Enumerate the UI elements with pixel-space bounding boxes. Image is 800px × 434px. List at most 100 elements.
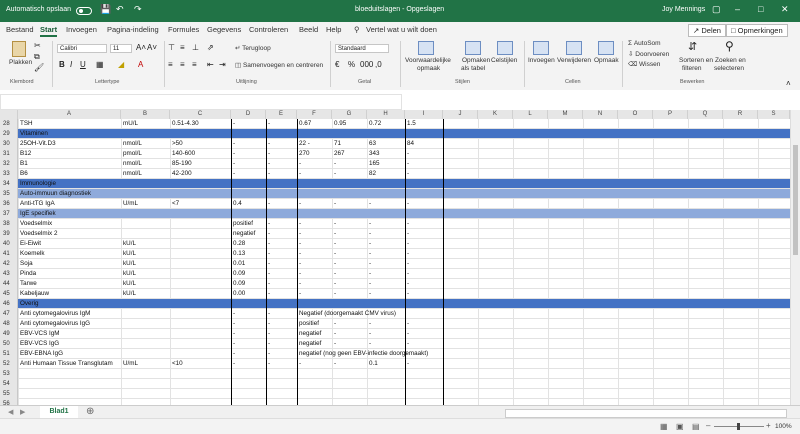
select-all-corner[interactable]: [0, 110, 18, 119]
cell-c49[interactable]: [170, 329, 172, 339]
cell-h47[interactable]: [367, 309, 369, 319]
cell-g49[interactable]: -: [332, 329, 336, 339]
column-header-s[interactable]: S: [758, 110, 790, 119]
row-header[interactable]: 51: [0, 349, 18, 359]
table-row[interactable]: 40 Ei-Eiwit kU/L 0.28- - - - -: [0, 239, 790, 249]
align-bottom-icon[interactable]: ⊥: [192, 43, 199, 53]
column-header-l[interactable]: L: [513, 110, 548, 119]
number-format-dropdown[interactable]: Standaard: [335, 44, 389, 53]
cell-c31[interactable]: 140-600: [170, 149, 195, 159]
delete-cells-button[interactable]: Verwijderen: [557, 57, 591, 64]
cell-styles-label[interactable]: Celstijlen: [491, 57, 517, 64]
font-size-dropdown[interactable]: 11: [110, 44, 132, 53]
conditional-formatting-icon[interactable]: [418, 41, 434, 55]
cell-b32[interactable]: nmol/L: [121, 159, 142, 169]
tab-invoegen[interactable]: Invoegen: [66, 25, 97, 34]
autosave-toggle[interactable]: [76, 7, 92, 15]
cell-g36[interactable]: -: [332, 199, 336, 209]
row-header[interactable]: 33: [0, 169, 18, 179]
add-sheet-icon[interactable]: ⊕: [86, 406, 94, 417]
cell-b45[interactable]: kU/L: [121, 289, 136, 299]
user-name[interactable]: Joy Mennings: [662, 6, 705, 13]
cell-h48[interactable]: -: [367, 319, 371, 329]
cell-h28[interactable]: 0.72: [367, 119, 381, 129]
cell-b39[interactable]: [121, 229, 123, 239]
table-row[interactable]: 52 Anti Humaan Tissue Transglutam U/mL <10 -…: [0, 359, 790, 369]
cell-c42[interactable]: [170, 259, 172, 269]
cell-c38[interactable]: [170, 219, 172, 229]
row-header[interactable]: 32: [0, 159, 18, 169]
column-header-b[interactable]: B: [121, 110, 170, 119]
table-row[interactable]: 53: [0, 369, 790, 379]
grow-font-icon[interactable]: A˄: [136, 43, 146, 53]
page-layout-icon[interactable]: ▣: [676, 422, 684, 431]
section-row[interactable]: 37 IgE specifiek: [0, 209, 790, 219]
insert-cells-button[interactable]: Invoegen: [528, 57, 555, 64]
zoom-level[interactable]: 100%: [775, 423, 792, 430]
cell-f50[interactable]: negatief: [297, 339, 321, 349]
autosum-button[interactable]: Σ AutoSom: [628, 40, 661, 47]
column-header-p[interactable]: P: [653, 110, 688, 119]
find-select-icon[interactable]: ⚲: [725, 40, 734, 52]
cell-d45[interactable]: 0.00: [231, 289, 245, 299]
orientation-icon[interactable]: ⇗: [207, 43, 214, 53]
font-name-dropdown[interactable]: Calibri: [57, 44, 107, 53]
tab-controleren[interactable]: Controleren: [249, 25, 288, 34]
cell-b41[interactable]: kU/L: [121, 249, 136, 259]
collapse-ribbon-icon[interactable]: ˄: [786, 79, 791, 89]
cell-a46[interactable]: Overig: [18, 299, 39, 309]
row-header[interactable]: 53: [0, 369, 18, 379]
cell-g30[interactable]: 71: [332, 139, 341, 149]
cell-c28[interactable]: 0.51-4.30: [170, 119, 199, 129]
section-row[interactable]: 35 Auto-immuun diagnostiek: [0, 189, 790, 199]
cell-h39[interactable]: -: [367, 229, 371, 239]
share-button[interactable]: ↗ Delen: [688, 24, 726, 37]
search-box[interactable]: Vertel wat u wilt doen: [366, 25, 437, 34]
cell-c48[interactable]: [170, 319, 172, 329]
row-header[interactable]: 28: [0, 119, 18, 129]
clear-button[interactable]: ⌫ Wissen: [628, 60, 660, 68]
increase-indent-icon[interactable]: ⇥: [219, 60, 226, 70]
row-header[interactable]: 46: [0, 299, 18, 309]
cell-h44[interactable]: -: [367, 279, 371, 289]
column-header-e[interactable]: E: [266, 110, 297, 119]
cell-h40[interactable]: -: [367, 239, 371, 249]
border-icon[interactable]: ▦: [96, 60, 104, 70]
column-header-h[interactable]: H: [367, 110, 405, 119]
cell-a48[interactable]: Anti cytomegalovirus IgG: [18, 319, 90, 329]
table-row[interactable]: 43 Pinda kU/L 0.09- - - - -: [0, 269, 790, 279]
cell-h41[interactable]: -: [367, 249, 371, 259]
cell-a32[interactable]: B1: [18, 159, 28, 169]
table-row[interactable]: 38 Voedselmix positief - - - - -: [0, 219, 790, 229]
cell-b50[interactable]: [121, 339, 123, 349]
column-header-d[interactable]: D: [231, 110, 266, 119]
cell-d43[interactable]: 0.09: [231, 269, 245, 279]
zoom-slider-thumb[interactable]: [737, 423, 740, 430]
ribbon-display-icon[interactable]: ▢: [712, 4, 721, 15]
cell-b48[interactable]: [121, 319, 123, 329]
row-header[interactable]: 34: [0, 179, 18, 189]
cell-a33[interactable]: B6: [18, 169, 28, 179]
column-header-j[interactable]: J: [443, 110, 478, 119]
cell-b52[interactable]: U/mL: [121, 359, 138, 369]
cell-g43[interactable]: -: [332, 269, 336, 279]
close-icon[interactable]: ✕: [781, 4, 789, 15]
row-header[interactable]: 49: [0, 329, 18, 339]
cell-f51[interactable]: negatief (nog geen EBV-infectie doorgema…: [297, 349, 428, 359]
cell-h49[interactable]: -: [367, 329, 371, 339]
cell-f49[interactable]: negatief: [297, 329, 321, 339]
delete-cells-icon[interactable]: [566, 41, 582, 55]
cell-a50[interactable]: EBV-VCS IgG: [18, 339, 59, 349]
table-row[interactable]: 51 EBV-EBNA IgG - - negatief (nog geen EBV-i…: [0, 349, 790, 359]
format-as-table-icon[interactable]: [465, 41, 481, 55]
horizontal-scrollbar[interactable]: [505, 409, 787, 418]
cell-g33[interactable]: -: [332, 169, 336, 179]
cell-d42[interactable]: 0.01: [231, 259, 245, 269]
tab-pagina-indeling[interactable]: Pagina-indeling: [107, 25, 159, 34]
cell-g52[interactable]: -: [332, 359, 336, 369]
table-row[interactable]: 33 B6 nmol/L 42-200- - - -82-: [0, 169, 790, 179]
cell-f47[interactable]: Negatief (doorgemaakt CMV virus): [297, 309, 396, 319]
cell-c39[interactable]: [170, 229, 172, 239]
cell-f31[interactable]: 270: [297, 149, 310, 159]
cell-c52[interactable]: <10: [170, 359, 183, 369]
